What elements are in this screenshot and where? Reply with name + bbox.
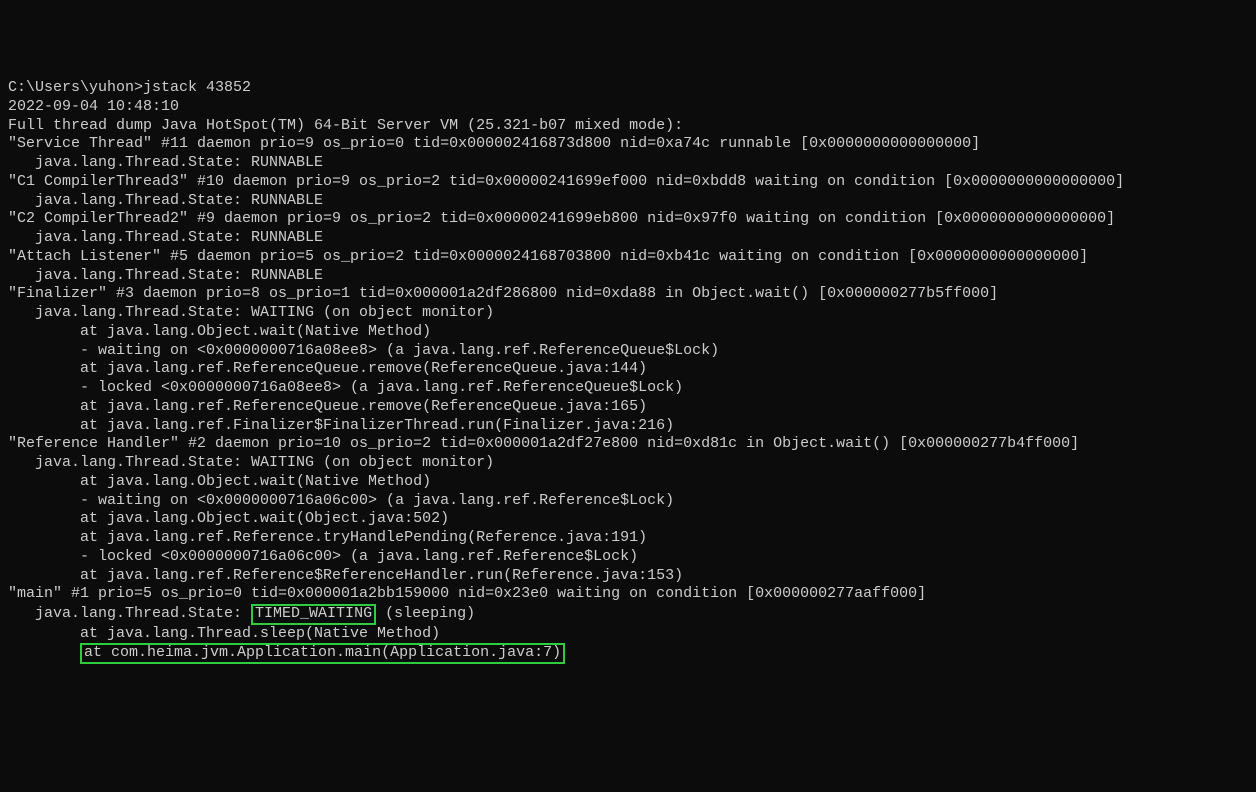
thread-state-main: java.lang.Thread.State: TIMED_WAITING (s… <box>8 604 1248 625</box>
stack-frame-highlighted: at com.heima.jvm.Application.main(Applic… <box>8 643 1248 664</box>
thread-title: "Finalizer" #3 daemon prio=8 os_prio=1 t… <box>8 285 1248 304</box>
state-suffix: (sleeping) <box>376 605 475 622</box>
thread-state: java.lang.Thread.State: RUNNABLE <box>8 192 1248 211</box>
thread-title: "Attach Listener" #5 daemon prio=5 os_pr… <box>8 248 1248 267</box>
thread-state: java.lang.Thread.State: RUNNABLE <box>8 229 1248 248</box>
stack-frame: at java.lang.Object.wait(Native Method) <box>8 473 1248 492</box>
stack-frame: - locked <0x0000000716a08ee8> (a java.la… <box>8 379 1248 398</box>
stack-frame: at java.lang.ref.ReferenceQueue.remove(R… <box>8 360 1248 379</box>
thread-title-main: "main" #1 prio=5 os_prio=0 tid=0x000001a… <box>8 585 1248 604</box>
stack-frame: at java.lang.Object.wait(Object.java:502… <box>8 510 1248 529</box>
command-prompt: C:\Users\yuhon>jstack 43852 <box>8 79 1248 98</box>
thread-title: "C1 CompilerThread3" #10 daemon prio=9 o… <box>8 173 1248 192</box>
thread-title: "Reference Handler" #2 daemon prio=10 os… <box>8 435 1248 454</box>
stack-frame: - waiting on <0x0000000716a06c00> (a jav… <box>8 492 1248 511</box>
dump-header: Full thread dump Java HotSpot(TM) 64-Bit… <box>8 117 1248 136</box>
stack-frame: at java.lang.ref.Reference.tryHandlePend… <box>8 529 1248 548</box>
thread-title: "C2 CompilerThread2" #9 daemon prio=9 os… <box>8 210 1248 229</box>
stack-frame: - locked <0x0000000716a06c00> (a java.la… <box>8 548 1248 567</box>
thread-state: java.lang.Thread.State: WAITING (on obje… <box>8 304 1248 323</box>
thread-state: java.lang.Thread.State: WAITING (on obje… <box>8 454 1248 473</box>
terminal-output: C:\Users\yuhon>jstack 438522022-09-04 10… <box>8 79 1248 664</box>
stack-frame: at java.lang.ref.Reference$ReferenceHand… <box>8 567 1248 586</box>
state-prefix: java.lang.Thread.State: <box>8 605 251 622</box>
stack-frame: at java.lang.Thread.sleep(Native Method) <box>8 625 1248 644</box>
thread-state: java.lang.Thread.State: RUNNABLE <box>8 154 1248 173</box>
stack-frame: - waiting on <0x0000000716a08ee8> (a jav… <box>8 342 1248 361</box>
stack-frame: at java.lang.ref.ReferenceQueue.remove(R… <box>8 398 1248 417</box>
state-highlight: TIMED_WAITING <box>251 604 376 625</box>
stack-frame: at java.lang.ref.Finalizer$FinalizerThre… <box>8 417 1248 436</box>
stack-frame: at java.lang.Object.wait(Native Method) <box>8 323 1248 342</box>
stack-prefix <box>8 644 80 661</box>
stack-highlight: at com.heima.jvm.Application.main(Applic… <box>80 643 565 664</box>
thread-title: "Service Thread" #11 daemon prio=9 os_pr… <box>8 135 1248 154</box>
thread-state: java.lang.Thread.State: RUNNABLE <box>8 267 1248 286</box>
timestamp: 2022-09-04 10:48:10 <box>8 98 1248 117</box>
